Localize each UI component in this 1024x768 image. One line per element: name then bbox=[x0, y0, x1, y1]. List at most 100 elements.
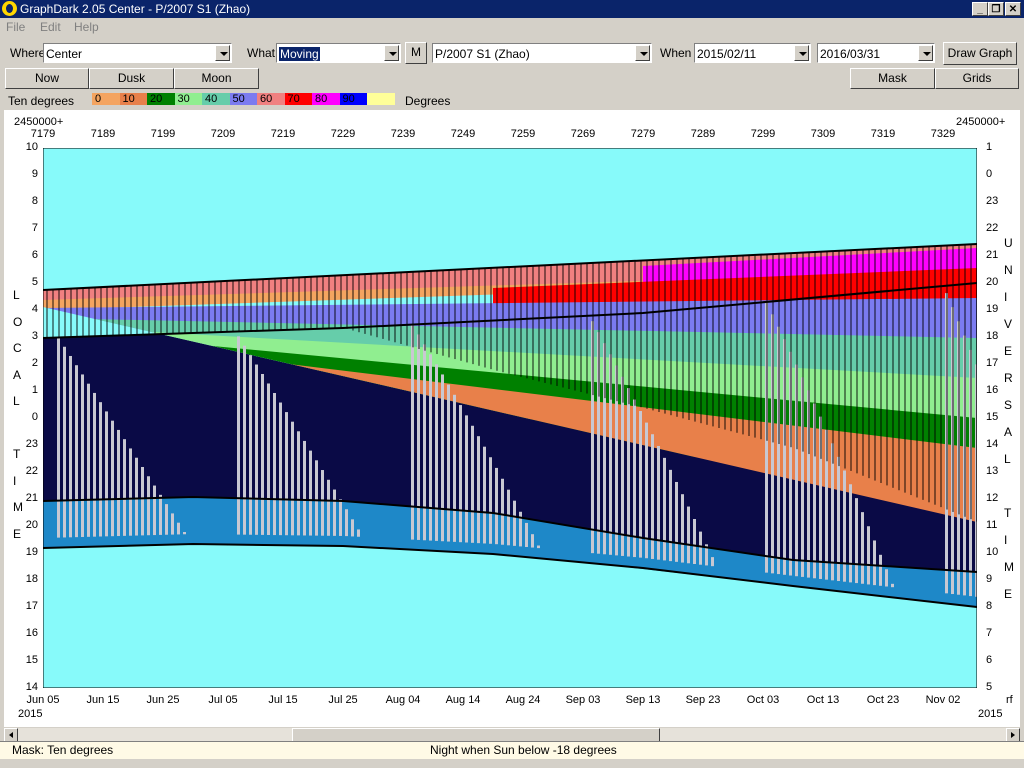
local-time-tick: 15 bbox=[25, 654, 38, 666]
band-stripe bbox=[76, 288, 78, 337]
local-time-tick: 1 bbox=[31, 384, 38, 396]
chevron-down-icon[interactable] bbox=[384, 45, 399, 61]
what-combo[interactable]: Moving bbox=[276, 43, 401, 63]
where-label: Where bbox=[10, 46, 46, 60]
band-stripe bbox=[358, 274, 360, 333]
moon-stripe bbox=[129, 448, 132, 536]
band-stripe bbox=[136, 285, 138, 335]
mask-button[interactable]: Mask bbox=[850, 68, 935, 89]
ut-time-tick: 1 bbox=[986, 141, 993, 153]
band-stripe bbox=[766, 254, 768, 441]
now-button[interactable]: Now bbox=[5, 68, 89, 89]
chevron-down-icon[interactable] bbox=[215, 45, 230, 61]
chevron-down-icon[interactable] bbox=[794, 45, 809, 61]
local-time-tick: 16 bbox=[25, 627, 38, 639]
band-stripe bbox=[46, 289, 48, 338]
title-bar: GraphDark 2.05 Center - P/2007 S1 (Zhao)… bbox=[0, 0, 1024, 18]
object-combo[interactable]: P/2007 S1 (Zhao) bbox=[432, 43, 652, 63]
legend-swatch: 80 bbox=[312, 93, 340, 105]
moon-stripe bbox=[351, 519, 354, 537]
menu-help[interactable]: Help bbox=[74, 20, 99, 34]
band-stripe bbox=[628, 261, 630, 405]
band-stripe bbox=[712, 257, 714, 427]
jd-tick: 7199 bbox=[150, 128, 176, 140]
scrollbar-thumb[interactable] bbox=[292, 728, 660, 742]
menu-edit[interactable]: Edit bbox=[40, 20, 61, 34]
ut-time-tick: 15 bbox=[986, 411, 999, 423]
band-stripe bbox=[244, 280, 246, 332]
band-stripe bbox=[670, 259, 672, 416]
axis-letter: E bbox=[1004, 587, 1013, 601]
axis-letter: L bbox=[13, 394, 20, 408]
moon-stripe bbox=[513, 500, 516, 546]
band-stripe bbox=[58, 289, 60, 338]
what-value: Moving bbox=[279, 47, 320, 61]
moon-stripe bbox=[687, 506, 690, 564]
moon-stripe bbox=[273, 392, 276, 536]
moon-stripe bbox=[57, 337, 60, 538]
where-value: Center bbox=[46, 47, 83, 61]
legend-swatch bbox=[367, 93, 395, 105]
band-stripe bbox=[286, 278, 288, 330]
moon-stripe bbox=[861, 512, 864, 584]
restore-icon[interactable]: ❐ bbox=[988, 2, 1004, 16]
menu-file[interactable]: File bbox=[6, 20, 25, 34]
band-stripe bbox=[568, 264, 570, 389]
ut-time-tick: 22 bbox=[986, 222, 999, 234]
moon-stripe bbox=[183, 531, 186, 535]
axis-letter: C bbox=[13, 341, 22, 355]
local-time-tick: 20 bbox=[25, 519, 38, 531]
moon-button[interactable]: Moon bbox=[174, 68, 259, 89]
band-stripe bbox=[82, 288, 84, 337]
end-date-combo[interactable]: 2016/03/31 bbox=[817, 43, 935, 63]
band-stripe bbox=[622, 261, 624, 403]
jd-tick: 7329 bbox=[930, 128, 956, 140]
local-time-tick: 17 bbox=[25, 600, 38, 612]
band-stripe bbox=[226, 280, 228, 332]
band-stripe bbox=[598, 262, 600, 397]
band-stripe bbox=[322, 276, 324, 329]
close-icon[interactable]: ✕ bbox=[1005, 2, 1021, 16]
band-stripe bbox=[460, 269, 462, 361]
ut-time-tick: 7 bbox=[986, 627, 993, 639]
horizontal-scrollbar[interactable] bbox=[4, 728, 1020, 742]
start-date-combo[interactable]: 2015/02/11 bbox=[694, 43, 811, 63]
draw-graph-button[interactable]: Draw Graph bbox=[943, 42, 1017, 65]
band-stripe bbox=[694, 257, 696, 422]
band-stripe bbox=[130, 285, 132, 336]
minimize-icon[interactable]: _ bbox=[972, 2, 988, 16]
moon-stripe bbox=[627, 388, 630, 557]
where-combo[interactable]: Center bbox=[43, 43, 232, 63]
moon-stripe bbox=[849, 484, 852, 583]
band-stripe bbox=[718, 256, 720, 428]
band-stripe bbox=[646, 260, 648, 409]
moon-stripe bbox=[291, 421, 294, 536]
visibility-plot[interactable] bbox=[43, 148, 977, 688]
axis-letter: M bbox=[1004, 560, 1014, 574]
axis-letter: S bbox=[1004, 398, 1013, 412]
band-stripe bbox=[802, 252, 804, 452]
band-stripe bbox=[514, 266, 516, 376]
grids-button[interactable]: Grids bbox=[935, 68, 1019, 89]
window-title: GraphDark 2.05 Center - P/2007 S1 (Zhao) bbox=[20, 2, 251, 16]
legend-swatch: 40 bbox=[202, 93, 230, 105]
moon-stripe bbox=[321, 470, 324, 536]
moon-stripe bbox=[465, 415, 468, 543]
band-stripe bbox=[850, 250, 852, 471]
moon-stripe bbox=[123, 439, 126, 536]
m-button[interactable]: M bbox=[405, 42, 427, 64]
dusk-button[interactable]: Dusk bbox=[89, 68, 174, 89]
ut-time-tick: 11 bbox=[986, 519, 998, 531]
date-tick: Aug 24 bbox=[505, 694, 541, 706]
band-stripe bbox=[430, 270, 432, 353]
scroll-left-icon[interactable] bbox=[4, 728, 18, 742]
band-stripe bbox=[394, 272, 396, 343]
chevron-down-icon[interactable] bbox=[918, 45, 933, 61]
band-stripe bbox=[934, 246, 936, 505]
band-stripe bbox=[70, 288, 72, 338]
chevron-down-icon[interactable] bbox=[635, 45, 650, 61]
band-stripe bbox=[376, 273, 378, 338]
band-stripe bbox=[424, 271, 426, 351]
axis-letter: I bbox=[13, 473, 17, 488]
scroll-right-icon[interactable] bbox=[1006, 728, 1020, 742]
